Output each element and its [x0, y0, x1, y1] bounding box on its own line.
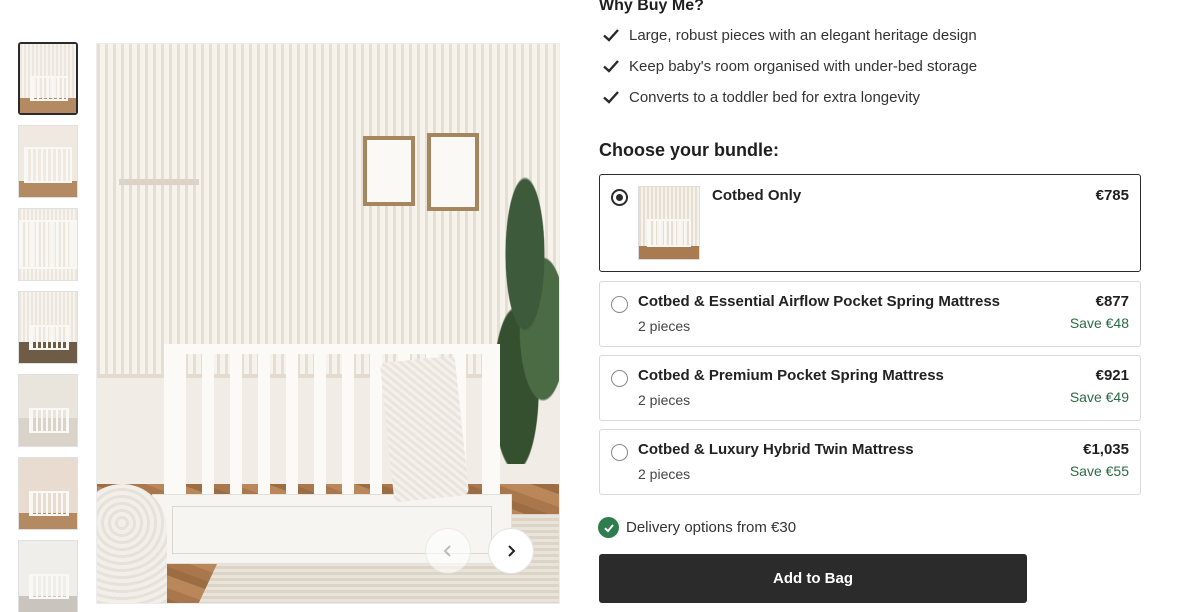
thumbnail-2[interactable] [18, 125, 78, 198]
bundle-option-pieces: 2 pieces [638, 318, 691, 334]
blanket [379, 355, 470, 503]
bundle-option-price: €785 [1095, 187, 1129, 204]
benefit-text: Keep baby's room organised with under-be… [629, 57, 978, 75]
thumbnail-4[interactable] [18, 291, 78, 364]
thumbnail-6[interactable] [18, 457, 78, 530]
benefit-text: Converts to a toddler bed for extra long… [629, 88, 920, 106]
bundle-title: Choose your bundle: [599, 140, 779, 160]
benefit-item: Large, robust pieces with an elegant her… [601, 25, 977, 45]
bundle-option-name: Cotbed Only [712, 187, 802, 204]
chevron-left-icon [443, 545, 451, 557]
delivery-info: Delivery options from €30 [598, 517, 796, 538]
bundle-option-pieces: 2 pieces [638, 392, 691, 408]
benefit-item: Converts to a toddler bed for extra long… [601, 87, 920, 107]
thumbnail-1[interactable] [18, 42, 78, 115]
main-product-image [96, 43, 560, 604]
bundle-option-price: €877 [1095, 293, 1129, 310]
add-to-bag-button[interactable]: Add to Bag [599, 554, 1027, 603]
bundle-option-price: €921 [1095, 367, 1129, 384]
bundle-option-hybrid-mattress[interactable]: Cotbed & Luxury Hybrid Twin Mattress 2 p… [599, 429, 1141, 495]
bundle-option-saving: Save €49 [1069, 389, 1129, 405]
radio-button[interactable] [611, 444, 628, 461]
bundle-option-pieces: 2 pieces [638, 466, 691, 482]
thumbnail-3[interactable] [18, 208, 78, 281]
bundle-option-saving: Save €55 [1069, 463, 1129, 479]
bundle-option-name: Cotbed & Luxury Hybrid Twin Mattress [638, 441, 914, 458]
check-icon [603, 29, 619, 42]
previous-image-button[interactable] [425, 528, 471, 574]
bundle-option-cotbed-only[interactable]: Cotbed Only €785 [599, 174, 1141, 272]
next-image-button[interactable] [488, 528, 534, 574]
check-circle-icon [598, 517, 619, 538]
wall-shelf [119, 179, 199, 185]
thumbnail-strip [18, 42, 80, 612]
benefit-text: Large, robust pieces with an elegant her… [629, 26, 977, 44]
radio-button[interactable] [611, 189, 628, 206]
bundle-option-saving: Save €48 [1069, 315, 1129, 331]
thumbnail-7[interactable] [18, 540, 78, 612]
radio-button[interactable] [611, 370, 628, 387]
why-buy-title: Why Buy Me? [599, 0, 704, 14]
bundle-option-essential-mattress[interactable]: Cotbed & Essential Airflow Pocket Spring… [599, 281, 1141, 347]
bundle-option-name: Cotbed & Premium Pocket Spring Mattress [638, 367, 944, 384]
check-icon [603, 91, 619, 104]
bundle-thumbnail [638, 186, 700, 260]
thumbnail-5[interactable] [18, 374, 78, 447]
delivery-text: Delivery options from €30 [626, 519, 797, 536]
bundle-option-price: €1,035 [1083, 441, 1129, 458]
wall-frame [363, 136, 415, 206]
bundle-option-premium-mattress[interactable]: Cotbed & Premium Pocket Spring Mattress … [599, 355, 1141, 421]
pouf [97, 484, 167, 603]
radio-button[interactable] [611, 296, 628, 313]
bundle-option-name: Cotbed & Essential Airflow Pocket Spring… [638, 293, 1001, 310]
benefit-item: Keep baby's room organised with under-be… [601, 56, 977, 76]
wall-frame [427, 133, 479, 211]
chevron-right-icon [508, 545, 516, 557]
check-icon [603, 60, 619, 73]
